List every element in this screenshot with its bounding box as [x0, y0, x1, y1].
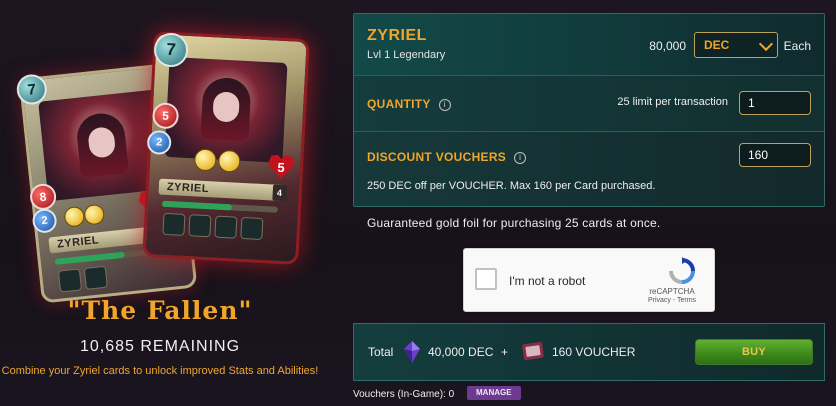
card-level-chip: 4 — [272, 184, 288, 202]
captcha-checkbox[interactable] — [475, 268, 497, 290]
captcha-terms-link[interactable]: Privacy - Terms — [640, 297, 704, 304]
price-each-label: Each — [783, 39, 811, 53]
quantity-label: QUANTITY i — [367, 97, 451, 111]
vouchers-ingame: Vouchers (In-Game): 0 — [353, 389, 455, 400]
discount-label: DISCOUNT VOUCHERS i — [367, 150, 527, 164]
buy-button[interactable]: BUY — [695, 339, 813, 365]
price: 80,000 — [649, 39, 686, 53]
card-name-banner: ZYRIEL 4 — [158, 178, 288, 202]
chevron-down-icon — [758, 36, 774, 52]
dec-gem-icon — [404, 341, 420, 363]
total-dec: 40,000 DEC — [428, 345, 494, 359]
captcha-brand: reCAPTCHA — [649, 287, 695, 296]
card-name: ZYRIEL — [367, 27, 427, 44]
remaining-count: 10,685 REMAINING — [79, 338, 241, 355]
ability-orb-icon — [63, 205, 86, 228]
purchase-panel: ZYRIEL Lvl 1 Legendary 80,000 DEC Each Q… — [353, 13, 825, 207]
info-icon[interactable]: i — [438, 99, 451, 111]
quantity-limit: 25 limit per transaction — [617, 96, 728, 108]
voucher-input[interactable] — [739, 143, 811, 167]
recaptcha-widget: I'm not a robot reCAPTCHA Privacy - Term… — [463, 248, 715, 312]
ability-icon — [57, 268, 83, 293]
total-label: Total — [368, 345, 394, 359]
quantity-row: QUANTITY i 25 limit per transaction — [354, 76, 824, 132]
ability-icon — [188, 214, 212, 238]
speed-icon: 2 — [31, 207, 58, 235]
set-title: "The Fallen" — [67, 296, 253, 325]
total-voucher: 160 VOUCHER — [552, 345, 636, 359]
card-portrait — [164, 56, 288, 163]
currency-select[interactable]: DEC — [694, 32, 778, 58]
captcha-label: I'm not a robot — [509, 274, 586, 288]
ability-orb-icon — [83, 203, 106, 226]
info-icon[interactable]: i — [514, 152, 527, 164]
voucher-ticket-icon — [522, 341, 544, 361]
ability-icon — [162, 212, 186, 236]
ability-icon — [214, 215, 238, 239]
ability-orb-icon — [217, 149, 241, 173]
card-bar — [161, 200, 278, 213]
total-plus: + — [501, 345, 509, 359]
card-info-row: ZYRIEL Lvl 1 Legendary 80,000 DEC Each — [354, 14, 824, 76]
gold-foil-note: Guaranteed gold foil for purchasing 25 c… — [367, 216, 661, 230]
total-bar: Total 40,000 DEC + 160 VOUCHER BUY — [353, 323, 825, 381]
ability-icon — [240, 216, 264, 241]
card-art: 7 8 2 4 ZYRIEL 7 5 2 5 ZYRIEL 4 — [10, 31, 320, 304]
card-level: Lvl 1 Legendary — [367, 49, 446, 61]
quantity-input[interactable] — [739, 91, 811, 115]
ability-orb-icon — [193, 148, 217, 172]
combine-note: Combine your Zyriel cards to unlock impr… — [1, 365, 319, 377]
manage-button[interactable]: MANAGE — [467, 386, 521, 400]
discount-row: DISCOUNT VOUCHERSi 250 DEC off per VOUCH… — [354, 132, 824, 206]
card-front: 7 5 2 5 ZYRIEL 4 — [142, 31, 310, 265]
ability-icon — [83, 265, 108, 290]
recaptcha-logo-icon — [669, 257, 695, 284]
voucher-note: 250 DEC off per VOUCHER. Max 160 per Car… — [367, 180, 656, 192]
